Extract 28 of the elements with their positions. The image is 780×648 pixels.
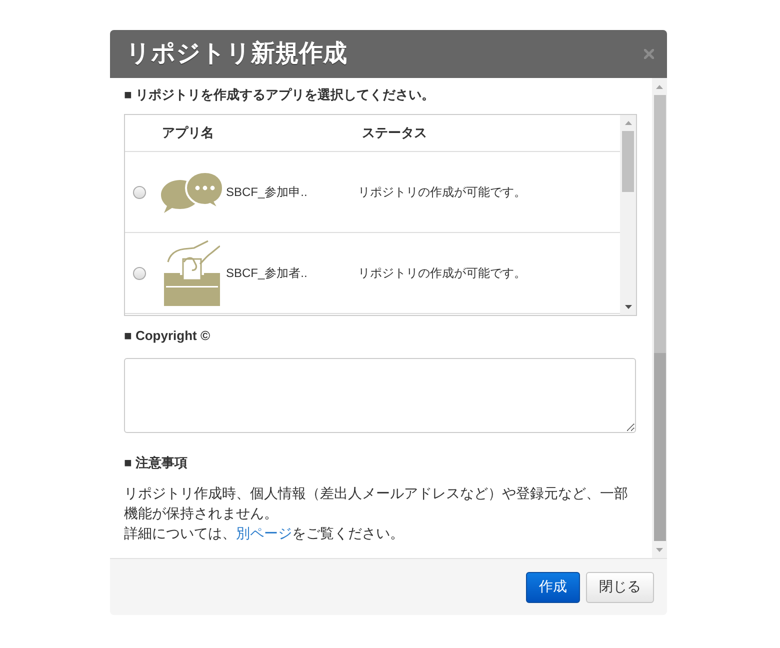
dialog-title: リポジトリ新規作成: [126, 39, 347, 69]
scrollbar[interactable]: [620, 115, 636, 315]
scrollbar-thumb[interactable]: [654, 95, 666, 353]
status-text: リポジトリの作成が可能です。: [358, 264, 526, 282]
close-icon[interactable]: [644, 49, 654, 59]
speech-bubbles-icon: [160, 171, 224, 213]
column-header: ステータス: [361, 124, 427, 142]
column-header: アプリ名: [161, 124, 214, 142]
scrollbar[interactable]: [652, 78, 667, 558]
ballot-box-icon: [164, 240, 220, 306]
details-text: 詳細については、別ページをご覧ください。: [124, 524, 405, 543]
section-heading: ■ Copyright ©: [124, 327, 210, 345]
copyright-field[interactable]: [124, 358, 636, 433]
radio-button[interactable]: [133, 186, 146, 198]
scrollbar-thumb[interactable]: [622, 131, 634, 192]
scroll-down-icon[interactable]: [624, 305, 632, 309]
page-link[interactable]: 別ページ: [236, 525, 292, 541]
section-heading: ■ 注意事項: [124, 454, 188, 472]
section-heading: ■ リポジトリを作成するアプリを選択してください。: [124, 86, 434, 104]
notice-text: リポジトリ作成時、個人情報（差出人メールアドレスなど）や登録元など、一部機能が保持されません。: [124, 484, 629, 523]
radio-button[interactable]: [133, 266, 146, 280]
scroll-up-icon[interactable]: [656, 84, 663, 88]
scroll-up-icon[interactable]: [624, 121, 632, 125]
create-button[interactable]: 作成: [526, 572, 580, 602]
status-text: リポジトリの作成が可能です。: [358, 184, 526, 200]
app-name: SBCF_参加申..: [226, 184, 308, 200]
app-name: SBCF_参加者..: [226, 264, 308, 282]
close-button[interactable]: 閉じる: [586, 572, 654, 602]
